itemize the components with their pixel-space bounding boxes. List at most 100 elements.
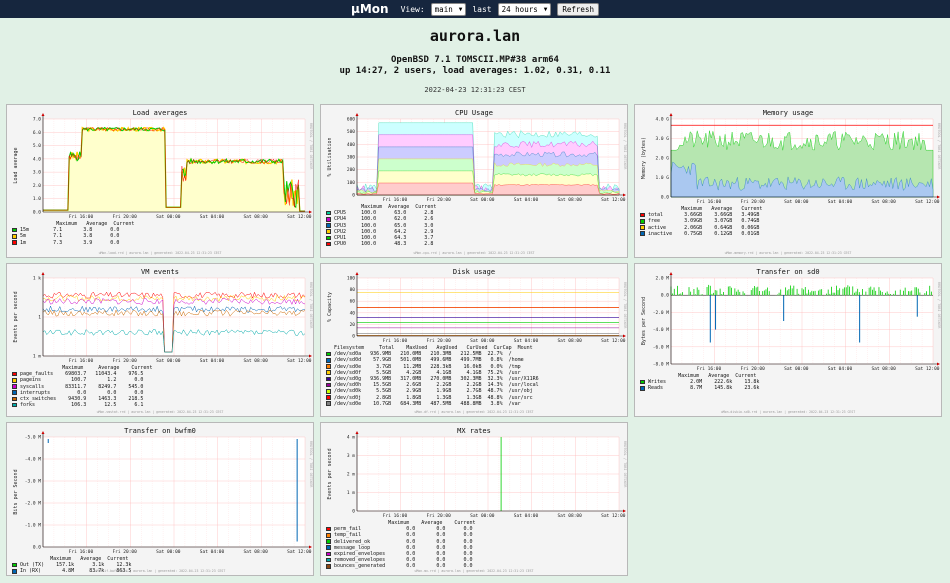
legend-swatch — [326, 389, 331, 394]
legend-row: inactive 0.75GB 0.12GB 0.01GB — [640, 231, 762, 237]
legend-text: inactive 0.75GB 0.12GB 0.01GB — [648, 230, 760, 237]
y-tick-label: -5.0 M — [25, 435, 42, 441]
y-tick-label: 4 m — [347, 435, 355, 441]
view-select[interactable]: main ▼ — [430, 2, 467, 16]
y-tick-label: 400 — [347, 142, 355, 148]
y-axis-label: Bits per Second — [13, 469, 19, 514]
x-tick-label: Sat 08:00 — [871, 366, 896, 372]
y-tick-label: 60 — [350, 299, 356, 305]
legend-swatch — [326, 545, 331, 550]
legend-swatch — [326, 235, 331, 241]
y-tick-label: -8.0 M — [653, 362, 670, 368]
y-tick-label: 0.0 — [33, 210, 41, 216]
graph-panel-disk[interactable]: 0 20 40 60 80 100 Fri 16:00 Fri 20:00 Sat 00:00 S… — [320, 263, 628, 417]
legend-swatch — [326, 533, 331, 538]
graph-legend: Maximum Average Current CPU5 100.0 63.0 2… — [326, 204, 436, 247]
os-info: OpenBSD 7.1 TOMSCII.MP#38 arm64 — [391, 55, 559, 65]
legend-swatch — [326, 364, 331, 369]
y-tick-label: 0.0 — [661, 293, 669, 299]
refresh-button[interactable]: Refresh — [557, 2, 599, 16]
x-tick-label: Fri 16:00 — [383, 338, 408, 344]
x-tick-label: Sat 08:00 — [243, 358, 268, 364]
x-tick-label: Fri 20:00 — [112, 214, 137, 220]
graph-footer: uMon-mx.rrd | aurora.lan | generated: 20… — [414, 569, 534, 573]
y-tick-label: 40 — [350, 310, 356, 316]
rrdtool-watermark: RRDTOOL / TOBI OETIKER — [309, 123, 313, 170]
x-tick-label: Fri 16:00 — [383, 513, 408, 519]
chevron-down-icon: ▼ — [543, 5, 548, 13]
graph-panel-mx[interactable]: 0 1 m 2 m 3 m 4 m Fri 16:00 Fri 20:00 Sat 00:00… — [320, 422, 628, 576]
y-tick-label: 80 — [350, 287, 356, 293]
legend-swatch — [640, 219, 645, 224]
range-select[interactable]: 24 hours ▼ — [497, 2, 552, 16]
x-tick-label: Sat 00:00 — [156, 214, 181, 220]
legend-swatch — [640, 379, 645, 385]
y-tick-label: 20 — [350, 322, 356, 328]
y-axis-label: Bytes per Second — [641, 297, 647, 345]
y-tick-label: 500 — [347, 129, 355, 135]
view-select-value: main — [434, 4, 453, 14]
x-tick-label: Sat 00:00 — [470, 338, 495, 344]
rrdtool-watermark: RRDTOOL / TOBI OETIKER — [623, 282, 627, 329]
x-tick-label: Sat 04:00 — [514, 513, 539, 519]
x-tick-label: Fri 16:00 — [69, 214, 94, 220]
x-tick-label: Sat 12:00 — [915, 366, 940, 372]
graph-legend: Maximum Average Current perm_fail 0.0 0.0… — [326, 520, 475, 570]
x-tick-label: Fri 20:00 — [112, 358, 137, 364]
top-bar: µMon View: main ▼ last 24 hours ▼ Refresh — [0, 0, 950, 18]
y-tick-label: 0 — [352, 509, 355, 515]
graph-panel-bwfm0[interactable]: 0.0 -1.0 M -2.0 M -3.0 M -4.0 M -5.0 M Fri 16:… — [6, 422, 314, 576]
graph-panel-load[interactable]: 0.0 1.0 2.0 3.0 4.0 5.0 6.0 7.0 Fri 16:00 Fri 20:… — [6, 104, 314, 258]
x-tick-label: Sat 04:00 — [200, 358, 225, 364]
x-tick-label: Sat 12:00 — [601, 197, 626, 203]
legend-row: forks 106.3 12.5 6.1 — [12, 402, 152, 408]
x-tick-label: Sat 04:00 — [514, 338, 539, 344]
legend-swatch — [326, 557, 331, 563]
x-tick-label: Sat 12:00 — [601, 338, 626, 344]
y-tick-label: 1 m — [33, 354, 41, 360]
uptime-info: up 14:27, 2 users, load averages: 1.02, … — [339, 66, 611, 76]
legend-swatch — [326, 223, 331, 228]
y-axis-label: Load average — [13, 147, 19, 183]
x-tick-label: Sat 00:00 — [156, 358, 181, 364]
graph-footer: uMon-diskio-sd0.rrd | aurora.lan | gener… — [720, 410, 856, 414]
x-tick-label: Fri 16:00 — [69, 549, 94, 555]
graph-legend: Filesystem Total MaxUsed AvgUsed CurUsed… — [326, 345, 539, 407]
y-tick-label: 4.0 G — [655, 117, 669, 123]
graph-legend: Maximum Average Current page_faults 69803… — [12, 365, 152, 408]
graph-panel-sd0[interactable]: -8.0 M -6.0 M -4.0 M -2.0 M 0.0 2.0 M Fri 16:0… — [634, 263, 942, 417]
legend-swatch — [326, 564, 331, 569]
graph-title: Transfer on sd0 — [756, 268, 820, 276]
legend-text: CPU0 100.0 48.3 2.8 — [334, 241, 434, 248]
graph-panel-vm[interactable]: 1 m 1 1 k Fri 16:00 Fri 20:00 Sat 00:00 Sat 04… — [6, 263, 314, 417]
legend-swatch — [326, 401, 331, 406]
y-tick-label: 300 — [347, 155, 355, 161]
legend-swatch — [326, 229, 331, 234]
y-tick-label: 1.0 G — [655, 175, 669, 181]
y-tick-label: 2 m — [347, 472, 355, 478]
graph-footer: uMon-cpu.rrd | aurora.lan | generated: 2… — [413, 251, 535, 255]
y-tick-label: -1.0 M — [25, 523, 42, 529]
x-tick-label: Fri 16:00 — [69, 358, 94, 364]
y-tick-label: 1 — [38, 315, 41, 321]
y-tick-label: 4.0 — [33, 156, 41, 162]
graph-footer: uMon-memory.rrd | aurora.lan | generated… — [724, 251, 852, 255]
legend-row: CPU0 100.0 48.3 2.8 — [326, 241, 436, 247]
graph-panel-cpu[interactable]: 0 100 200 300 400 500 600 Fri 16:00 Fri 20:00 Sat… — [320, 104, 628, 258]
graph-canvas: -8.0 M -6.0 M -4.0 M -2.0 M 0.0 2.0 M Fri 16:0… — [641, 272, 941, 372]
view-label: View: — [400, 4, 425, 14]
legend-text: Reads 8.7M 145.8k 23.6k — [648, 385, 760, 392]
y-tick-label: 5.0 — [33, 143, 41, 149]
x-tick-label: Sat 12:00 — [915, 199, 940, 205]
y-tick-label: -4.0 M — [653, 327, 670, 333]
legend-swatch — [326, 351, 331, 357]
rrdtool-watermark: RRDTOOL / TOBI OETIKER — [937, 123, 941, 170]
graph-panel-memory[interactable]: 0.0 1.0 G 2.0 G 3.0 G 4.0 G Fri 16:00 Fri 20:0… — [634, 104, 942, 258]
x-tick-label: Sat 04:00 — [828, 366, 853, 372]
range-select-value: 24 hours — [501, 4, 538, 14]
chevron-down-icon: ▼ — [458, 5, 463, 13]
legend-swatch — [12, 371, 17, 377]
legend-swatch — [640, 231, 645, 236]
x-tick-label: Fri 20:00 — [740, 366, 765, 372]
graph-footer: uMon-if-bwfm0.rrd | aurora.lan | generat… — [94, 569, 226, 573]
